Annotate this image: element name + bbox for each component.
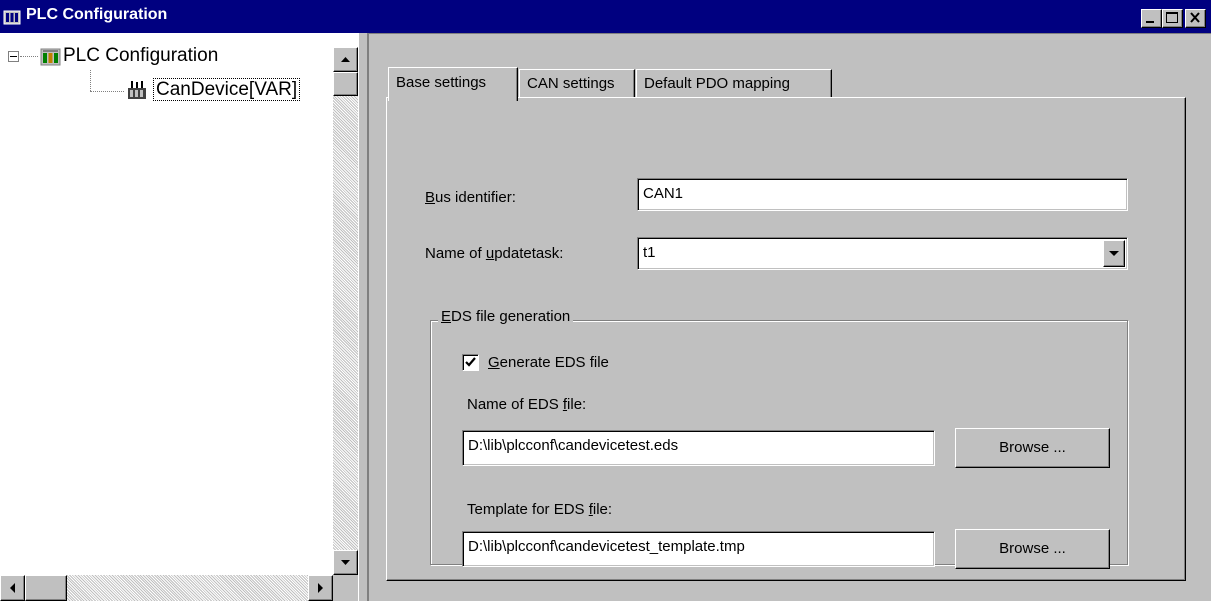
tree-vertical-scrollbar[interactable] (333, 47, 358, 575)
generate-eds-checkbox[interactable] (462, 354, 479, 371)
chevron-down-icon (1109, 251, 1119, 256)
eds-file-input[interactable]: D:\lib\plcconf\candevicetest.eds (462, 430, 935, 466)
scroll-down-button[interactable] (333, 550, 358, 575)
scrollbar-corner (333, 575, 358, 601)
browse-eds-button[interactable]: Browse ... (955, 428, 1110, 468)
maximize-button[interactable] (1162, 9, 1183, 28)
scroll-up-button[interactable] (333, 47, 358, 72)
tab-default-pdo-mapping[interactable]: Default PDO mapping (636, 69, 832, 99)
tab-base-settings[interactable]: Base settings (388, 67, 518, 101)
scroll-thumb[interactable] (25, 575, 67, 601)
collapse-toggle[interactable] (8, 51, 19, 62)
scroll-left-button[interactable] (0, 575, 25, 601)
scroll-track[interactable] (333, 47, 358, 575)
eds-file-label: Name of EDS file: (467, 396, 587, 413)
update-task-value: t1 (643, 244, 656, 261)
checkmark-icon (465, 357, 476, 367)
tree-item-plc-configuration[interactable]: PLC Configuration (63, 45, 218, 67)
minimize-icon (1146, 21, 1154, 23)
bus-identifier-label: Bus identifier: (425, 189, 516, 206)
template-file-input[interactable]: D:\lib\plcconf\candevicetest_template.tm… (462, 531, 935, 567)
generate-eds-label[interactable]: Generate EDS file (488, 354, 609, 371)
dropdown-button[interactable] (1103, 240, 1125, 267)
plc-configuration-icon (3, 8, 21, 26)
tree-item-candevice[interactable]: CanDevice[VAR] (153, 78, 301, 101)
update-task-select[interactable]: t1 (637, 237, 1128, 270)
scroll-thumb[interactable] (333, 72, 358, 96)
configuration-tree[interactable]: PLC Configuration CanDevice[VAR] (0, 33, 358, 601)
scroll-right-button[interactable] (308, 575, 333, 601)
browse-template-button[interactable]: Browse ... (955, 529, 1110, 569)
arrow-down-icon (341, 560, 350, 565)
tab-can-settings[interactable]: CAN settings (519, 69, 635, 99)
title-bar[interactable]: PLC Configuration (0, 0, 1211, 33)
can-device-icon (126, 79, 148, 105)
tree-connector (90, 91, 124, 92)
tree-horizontal-scrollbar[interactable] (0, 575, 333, 601)
minimize-button[interactable] (1141, 9, 1162, 28)
plc-root-icon (40, 46, 61, 71)
arrow-left-icon (10, 583, 15, 593)
eds-generation-group-title: EDS file generation (438, 308, 574, 325)
tree-item-candevice-label: CanDevice[VAR] (153, 78, 301, 101)
bus-identifier-input[interactable]: CAN1 (637, 178, 1128, 211)
settings-pane: Base settings CAN settings Default PDO m… (368, 33, 1211, 601)
tree-connector (90, 70, 91, 91)
arrow-up-icon (341, 57, 350, 62)
base-settings-panel: Bus identifier: CAN1 Name of updatetask:… (386, 97, 1186, 581)
arrow-right-icon (318, 583, 323, 593)
tree-connector (20, 56, 38, 57)
maximize-icon (1166, 12, 1178, 23)
template-file-label: Template for EDS file: (467, 501, 613, 518)
window-title: PLC Configuration (26, 6, 168, 23)
pane-splitter[interactable] (358, 33, 368, 601)
close-button[interactable] (1185, 9, 1206, 28)
update-task-label: Name of updatetask: (425, 245, 564, 262)
close-icon (1190, 12, 1200, 23)
